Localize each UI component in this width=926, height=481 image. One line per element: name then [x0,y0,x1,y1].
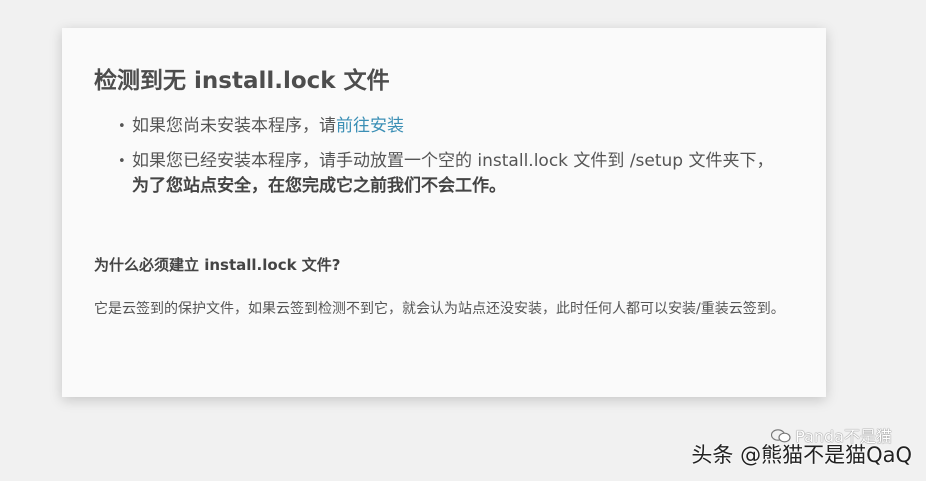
bullet: • [118,119,126,134]
security-warning: 为了您站点安全，在您完成它之前我们不会工作。 [132,176,506,196]
list-item: • 如果您尚未安装本程序，请前往安装 [118,114,782,139]
list-item: • 如果您已经安装本程序，请手动放置一个空的 install.lock 文件到 … [118,149,782,199]
notice-card: 检测到无 install.lock 文件 • 如果您尚未安装本程序，请前往安装 … [62,28,826,397]
tip-text: 如果您尚未安装本程序，请 [132,116,336,136]
why-heading: 为什么必须建立 install.lock 文件? [94,256,341,274]
tips-list: • 如果您尚未安装本程序，请前往安装 • 如果您已经安装本程序，请手动放置一个空… [94,114,794,199]
why-description: 它是云签到的保护文件，如果云签到检测不到它，就会认为站点还没安装，此时任何人都可… [94,301,785,317]
watermark: 头条 @熊猫不是猫QaQ [691,443,912,467]
page-title: 检测到无 install.lock 文件 [94,68,390,94]
install-link[interactable]: 前往安装 [336,116,404,136]
tip-text: 如果您已经安装本程序，请手动放置一个空的 install.lock 文件到 /s… [132,151,774,171]
bullet: • [118,154,126,169]
